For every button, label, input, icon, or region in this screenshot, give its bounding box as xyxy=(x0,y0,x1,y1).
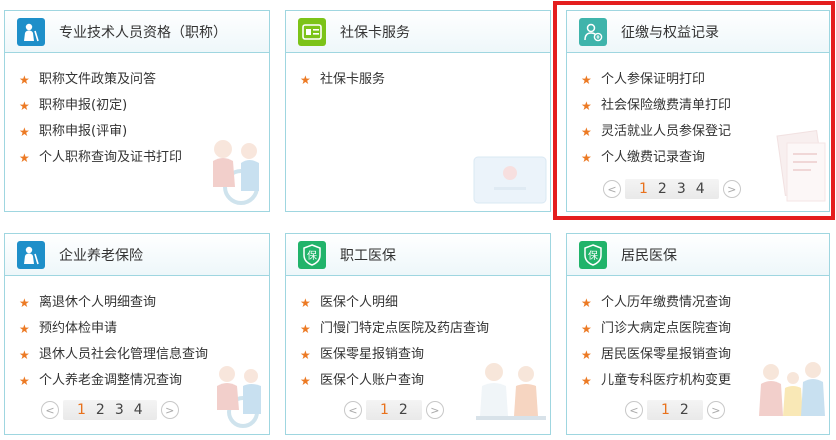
list-item[interactable]: ★ 个人历年缴费情况查询 xyxy=(581,290,829,316)
card-social-security-card: 社保卡服务 ★ 社保卡服务 xyxy=(285,10,551,212)
list-item[interactable]: ★ 职称文件政策及问答 xyxy=(19,67,269,93)
list-item[interactable]: ★ 医保个人明细 xyxy=(300,290,550,316)
next-page-button[interactable]: > xyxy=(160,401,179,419)
card-resident-medical: 保 居民医保 ★ 个人历年缴费情况查询 ★ 门诊大病定点医院查询 ★ 居民医保零星报销… xyxy=(566,233,830,435)
star-icon: ★ xyxy=(19,125,30,139)
page-number-track: 1 2 xyxy=(647,400,703,420)
page-number[interactable]: 1 xyxy=(380,402,389,418)
star-icon: ★ xyxy=(300,296,311,310)
star-icon: ★ xyxy=(19,322,30,336)
shield-bao-icon: 保 xyxy=(579,240,607,269)
page-number-track: 1 2 3 4 xyxy=(63,400,157,420)
page-number[interactable]: 1 xyxy=(77,402,86,418)
card-header: 社保卡服务 xyxy=(286,11,550,53)
star-icon: ★ xyxy=(19,348,30,362)
page-number[interactable]: 1 xyxy=(661,402,670,418)
star-icon: ★ xyxy=(19,296,30,310)
star-icon: ★ xyxy=(19,151,30,165)
highlight-box xyxy=(553,1,835,220)
pagination: < 1 2 3 4 > xyxy=(41,400,179,420)
prev-page-button[interactable]: < xyxy=(41,401,59,419)
list-item[interactable]: ★ 社保卡服务 xyxy=(300,67,550,93)
doctor-illustration-icon xyxy=(476,363,546,420)
card-header: 保 职工医保 xyxy=(286,234,550,276)
page-number[interactable]: 2 xyxy=(399,402,408,418)
card-title: 社保卡服务 xyxy=(340,24,410,41)
elder-person-icon xyxy=(17,240,45,269)
star-icon: ★ xyxy=(300,73,311,87)
star-icon: ★ xyxy=(19,73,30,87)
svg-text:保: 保 xyxy=(588,249,598,262)
item-list: ★ 社保卡服务 xyxy=(286,53,550,93)
next-page-button[interactable]: > xyxy=(425,401,444,419)
pagination: < 1 2 > xyxy=(344,400,444,420)
elderly-illustration-icon xyxy=(213,140,259,205)
star-icon: ★ xyxy=(581,348,592,362)
star-icon: ★ xyxy=(19,374,30,388)
list-item[interactable]: ★ 离退休个人明细查询 xyxy=(19,290,269,316)
prev-page-button[interactable]: < xyxy=(344,401,362,419)
elder-person-icon xyxy=(17,17,45,46)
prev-page-button[interactable]: < xyxy=(625,401,643,419)
page-number[interactable]: 2 xyxy=(680,402,689,418)
page-number[interactable]: 2 xyxy=(96,402,105,418)
page-number[interactable]: 3 xyxy=(115,402,124,418)
star-icon: ★ xyxy=(300,348,311,362)
star-icon: ★ xyxy=(581,322,592,336)
svg-text:保: 保 xyxy=(307,249,317,262)
card-title: 居民医保 xyxy=(621,247,677,264)
shield-bao-icon: 保 xyxy=(298,240,326,269)
card-employee-medical: 保 职工医保 ★ 医保个人明细 ★ 门慢门特定点医院及药店查询 ★ 医保零星报销查询 … xyxy=(285,233,551,435)
star-icon: ★ xyxy=(300,374,311,388)
card-header: 专业技术人员资格（职称） xyxy=(5,11,269,53)
social-card-illustration-icon xyxy=(473,156,547,204)
list-item[interactable]: ★ 门诊大病定点医院查询 xyxy=(581,316,829,342)
page-number[interactable]: 4 xyxy=(134,402,143,418)
card-title: 企业养老保险 xyxy=(59,247,143,264)
pagination: < 1 2 > xyxy=(625,400,725,420)
page-number-track: 1 2 xyxy=(366,400,422,420)
star-icon: ★ xyxy=(19,99,30,113)
list-item[interactable]: ★ 预约体检申请 xyxy=(19,316,269,342)
list-item[interactable]: ★ 门慢门特定点医院及药店查询 xyxy=(300,316,550,342)
star-icon: ★ xyxy=(581,296,592,310)
card-title: 职工医保 xyxy=(340,247,396,264)
card-professional-title: 专业技术人员资格（职称） ★ 职称文件政策及问答 ★ 职称申报(初定) ★ 职称申报(… xyxy=(4,10,270,212)
card-title: 专业技术人员资格（职称） xyxy=(59,24,227,41)
elderly-illustration-icon xyxy=(217,366,261,428)
list-item[interactable]: ★ 职称申报(初定) xyxy=(19,93,269,119)
star-icon: ★ xyxy=(300,322,311,336)
card-header: 保 居民医保 xyxy=(567,234,829,276)
family-illustration-icon xyxy=(759,362,825,416)
card-header: 企业养老保险 xyxy=(5,234,269,276)
star-icon: ★ xyxy=(581,374,592,388)
id-card-icon xyxy=(298,17,326,46)
next-page-button[interactable]: > xyxy=(706,401,725,419)
card-enterprise-pension: 企业养老保险 ★ 离退休个人明细查询 ★ 预约体检申请 ★ 退休人员社会化管理信息查询… xyxy=(4,233,270,435)
